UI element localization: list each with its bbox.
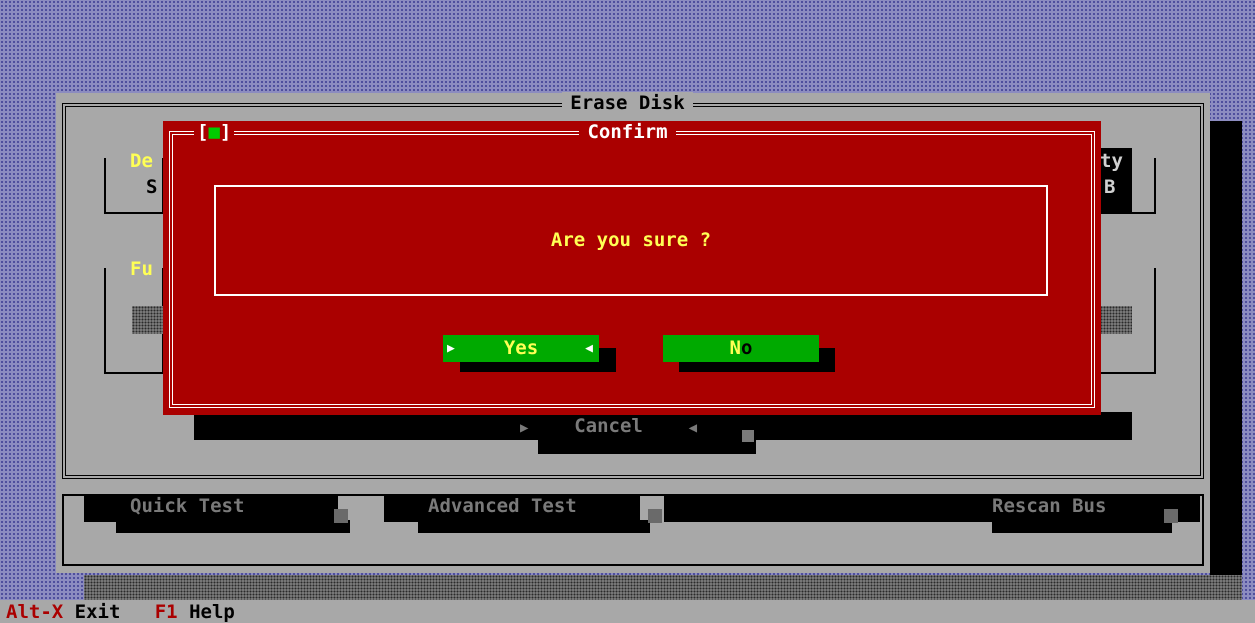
confirm-message: Are you sure ? bbox=[550, 229, 712, 251]
device-group-label: De bbox=[130, 150, 153, 172]
status-bar-content: Alt-X Exit F1 Help bbox=[6, 603, 235, 622]
erase-disk-title-bar: Erase Disk bbox=[0, 92, 1255, 114]
progress-bar-left bbox=[132, 306, 163, 334]
erase-disk-title: Erase Disk bbox=[562, 92, 693, 114]
cancel-button-label: Cancel bbox=[574, 415, 643, 437]
yes-arrow-left-icon: ◀ bbox=[585, 341, 593, 356]
close-button[interactable]: [■] bbox=[194, 121, 235, 143]
quick-test-shadow bbox=[116, 520, 350, 533]
cancel-arrow-left-icon: ◀ bbox=[688, 420, 698, 436]
rescan-bus-label: Rescan Bus bbox=[992, 495, 1107, 517]
yes-arrow-right-icon: ▶ bbox=[447, 341, 455, 356]
quick-test-button[interactable]: Quick Test bbox=[84, 495, 338, 522]
close-bracket-right: ] bbox=[219, 121, 232, 143]
button-row-shadow bbox=[664, 495, 978, 522]
window-shadow-right bbox=[1210, 121, 1242, 591]
cancel-arrow-right-icon: ▶ bbox=[520, 420, 529, 436]
rescan-bus-shadow bbox=[992, 520, 1172, 533]
help-hotkey[interactable]: F1 bbox=[155, 601, 178, 623]
close-icon: ■ bbox=[208, 121, 220, 143]
progress-bar-right bbox=[1100, 306, 1132, 334]
advanced-test-square-icon bbox=[648, 509, 662, 523]
exit-label[interactable]: Exit bbox=[63, 601, 121, 623]
capacity-group-label: ty bbox=[1100, 150, 1123, 172]
cancel-shadow-square bbox=[742, 430, 754, 442]
exit-hotkey[interactable]: Alt-X bbox=[6, 601, 63, 623]
no-button-label: o bbox=[741, 337, 753, 359]
advanced-test-button[interactable]: Advanced Test bbox=[384, 495, 640, 522]
close-bracket-left: [ bbox=[197, 121, 209, 143]
advanced-test-shadow bbox=[418, 520, 650, 533]
yes-button-label: Yes bbox=[503, 337, 539, 359]
confirm-title: Confirm bbox=[579, 121, 676, 143]
advanced-test-label: Advanced Test bbox=[428, 495, 577, 517]
quick-test-square-icon bbox=[334, 509, 348, 523]
cancel-button-shadow bbox=[538, 436, 756, 454]
help-label[interactable]: Help bbox=[178, 601, 235, 623]
function-group-label: Fu bbox=[130, 258, 153, 280]
quick-test-label: Quick Test bbox=[130, 495, 245, 517]
no-button-hotkey: N bbox=[729, 337, 741, 359]
window-shadow-bottom bbox=[84, 575, 1242, 600]
rescan-bus-square-icon bbox=[1164, 509, 1178, 523]
yes-button[interactable]: ▶ Yes ◀ bbox=[443, 335, 599, 362]
device-value: S bbox=[146, 176, 158, 198]
no-button[interactable]: No bbox=[663, 335, 819, 362]
cancel-button[interactable]: ▶ Cancel ◀ bbox=[520, 417, 697, 436]
confirm-title-bar: Confirm bbox=[0, 121, 1255, 143]
capacity-value: B bbox=[1104, 176, 1116, 198]
